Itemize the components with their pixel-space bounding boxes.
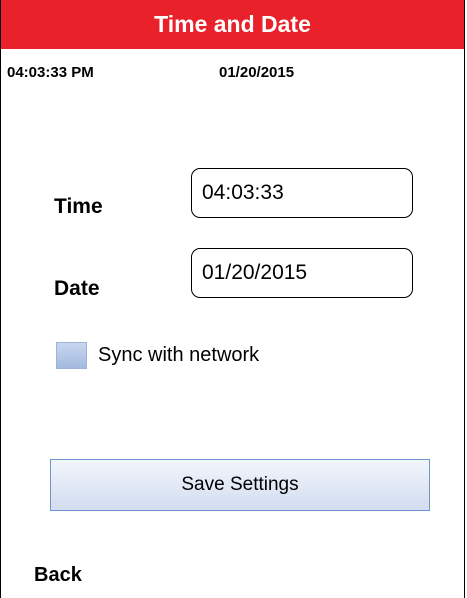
sync-network-checkbox[interactable]: [56, 342, 87, 369]
current-date-readout: 01/20/2015: [219, 64, 295, 81]
time-label: Time: [54, 195, 103, 218]
save-settings-label: Save Settings: [181, 474, 299, 495]
page-title-text: Time and Date: [154, 11, 311, 37]
time-date-screen: Time and Date 04:03:33 PM 01/20/2015 Tim…: [0, 0, 465, 598]
page-title: Time and Date: [1, 0, 464, 49]
back-button[interactable]: Back: [34, 564, 82, 587]
time-input[interactable]: 04:03:33: [191, 168, 413, 218]
date-input-value: 01/20/2015: [202, 261, 308, 284]
date-input[interactable]: 01/20/2015: [191, 248, 413, 298]
current-time-readout: 04:03:33 PM: [7, 64, 94, 81]
time-input-value: 04:03:33: [202, 181, 284, 204]
date-label: Date: [54, 277, 100, 300]
save-settings-button[interactable]: Save Settings: [50, 459, 430, 511]
sync-network-label: Sync with network: [98, 344, 260, 366]
sync-network-row[interactable]: Sync with network: [56, 342, 259, 369]
